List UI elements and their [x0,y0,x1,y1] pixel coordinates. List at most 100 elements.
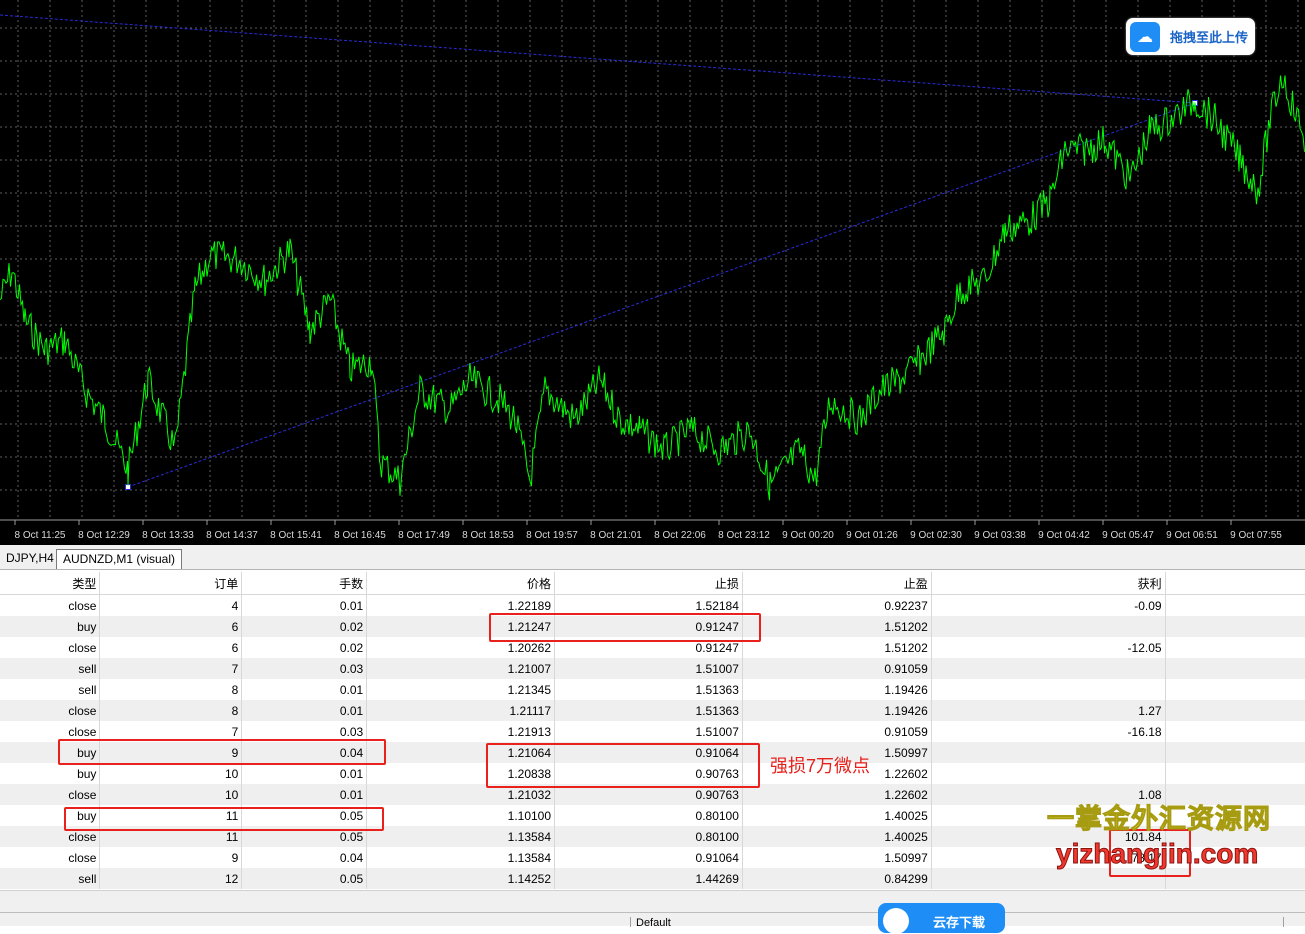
table-cell: 9 [99,847,243,868]
table-cell: 0.91059 [742,721,932,742]
status-separator [630,917,631,927]
table-cell-filler [1165,679,1305,700]
column-header[interactable]: 获利 [931,572,1166,595]
column-header-filler [1165,572,1305,595]
time-axis-label: 9 Oct 05:47 [1102,530,1154,541]
table-cell: -0.09 [931,594,1166,616]
table-cell: close [0,784,101,805]
table-cell: 1.51202 [742,616,932,637]
table-cell: 12 [99,868,243,889]
table-cell-filler [1165,595,1305,617]
table-cell: 10 [99,784,243,805]
table-cell [931,742,1166,763]
upload-label: 拖拽至此上传 [1170,30,1249,45]
watermark-title: 一掌金外汇资源网 [1047,804,1271,835]
table-cell: 0.92237 [742,594,932,616]
table-cell [931,658,1166,679]
table-cell: 1.21007 [366,658,556,679]
time-axis-label: 8 Oct 21:01 [590,530,642,541]
table-cell: 0.80100 [554,805,743,826]
table-cell: 0.80100 [554,826,743,847]
time-axis-label: 8 Oct 22:06 [654,530,706,541]
table-cell-filler [1165,700,1305,721]
table-cell-filler [1165,742,1305,763]
table-cell: 1.13584 [366,826,556,847]
table-cell: 1.21345 [366,679,556,700]
time-axis-label: 8 Oct 15:41 [270,530,322,541]
column-header[interactable]: 价格 [366,572,556,595]
table-cell: 10 [99,763,243,784]
table-cell-filler [1165,763,1305,784]
table-cell: 8 [99,700,243,721]
table-row[interactable]: sell 7 0.03 1.21007 1.51007 0.91059 [0,658,1305,679]
table-cell [931,616,1166,637]
trend-line[interactable] [127,102,1196,488]
table-cell: 0.01 [241,679,368,700]
table-cell: 1.13584 [366,847,556,868]
table-cell: 1.51007 [554,721,743,742]
upload-drop-button[interactable]: ☁ 拖拽至此上传 [1126,18,1255,55]
tab-audnzd-m1[interactable]: AUDNZD,M1 (visual) [56,549,183,569]
tab-djpy-h4[interactable]: DJPY,H4 [0,549,60,568]
table-row[interactable]: sell 8 0.01 1.21345 1.51363 1.19426 [0,679,1305,700]
time-axis-label: 9 Oct 03:38 [974,530,1026,541]
table-cell: close [0,637,101,658]
table-cell: 1.14252 [366,868,556,889]
table-cell: 0.05 [241,868,368,889]
time-axis-label: 8 Oct 23:12 [718,530,770,541]
time-axis-label: 8 Oct 17:49 [398,530,450,541]
table-cell: 4 [99,594,243,616]
table-cell: 1.27 [931,700,1166,721]
column-header[interactable]: 手数 [241,572,368,595]
table-cell: 7 [99,658,243,679]
table-cell: 6 [99,637,243,658]
highlight-box-row9-type [58,739,386,765]
table-cell [931,763,1166,784]
column-header[interactable]: 止盈 [742,572,932,595]
watermark-url: yizhangjin.com [1055,838,1259,870]
table-cell: 1.51202 [742,637,932,658]
table-cell: 0.01 [241,784,368,805]
table-cell: close [0,847,101,868]
table-cell: 1.44269 [554,868,743,889]
cloud-download-label: 云存下载 [933,915,986,930]
table-cell: 0.02 [241,616,368,637]
table-cell: 1.51363 [554,700,743,721]
table-cell: -16.18 [931,721,1166,742]
highlight-box-row2 [489,613,761,642]
column-header[interactable]: 止损 [554,572,743,595]
table-cell-filler [1165,658,1305,679]
table-cell: 1.40025 [742,805,932,826]
table-cell: 0.91064 [554,847,743,868]
price-line-series [0,75,1305,501]
table-cell: 1.51363 [554,679,743,700]
table-cell: 0.02 [241,637,368,658]
table-cell: 0.03 [241,658,368,679]
time-axis-label: 9 Oct 07:55 [1230,530,1282,541]
table-cell: buy [0,763,101,784]
time-axis-label: 8 Oct 18:53 [462,530,514,541]
price-chart[interactable]: 8 Oct 11:25 8 Oct 12:29 8 Oct 13:33 8 Oct 1… [0,0,1305,545]
time-axis-label: 9 Oct 04:42 [1038,530,1090,541]
cloud-download-button[interactable]: 云存下载 [878,903,1005,934]
table-cell: 0.04 [241,847,368,868]
table-cell: 8 [99,679,243,700]
time-axis-label: 8 Oct 16:45 [334,530,386,541]
time-axis-label: 8 Oct 12:29 [78,530,130,541]
time-axis-label: 9 Oct 02:30 [910,530,962,541]
highlight-box-row9-10 [486,743,760,788]
time-axis-label: 8 Oct 19:57 [526,530,578,541]
table-cell [931,679,1166,700]
table-cell: sell [0,868,101,889]
time-axis-label: 8 Oct 11:25 [15,530,66,541]
column-header[interactable]: 类型 [0,572,101,595]
table-cell: sell [0,679,101,700]
time-axis-label: 9 Oct 06:51 [1166,530,1218,541]
table-cell: 0.91059 [742,658,932,679]
status-profile: Default [636,917,671,929]
time-axis-label: 9 Oct 01:26 [846,530,898,541]
table-cell: 0.84299 [742,868,932,889]
table-cell: 1.19426 [742,679,932,700]
table-row[interactable]: close 8 0.01 1.21117 1.51363 1.19426 1.27 [0,700,1305,721]
column-header[interactable]: 订单 [99,572,243,595]
